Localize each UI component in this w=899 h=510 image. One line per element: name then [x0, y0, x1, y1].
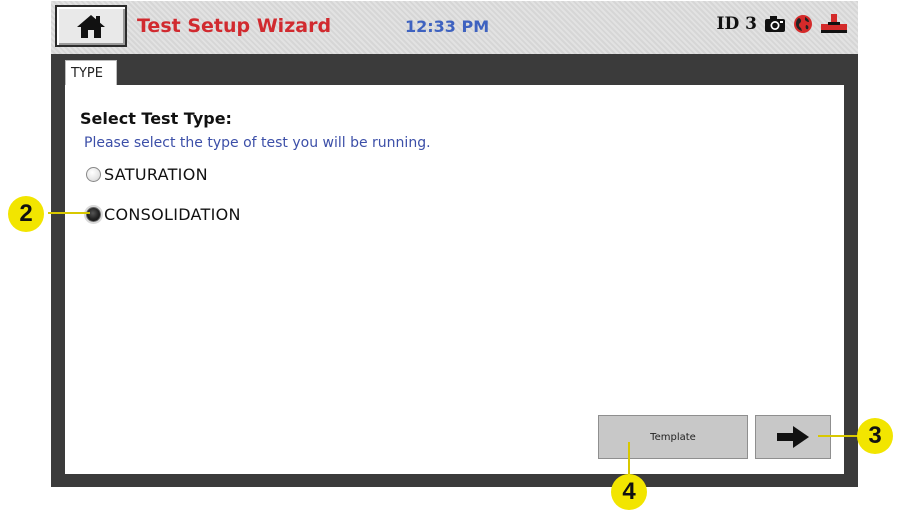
valve-icon[interactable] — [820, 13, 848, 35]
page-title: Test Setup Wizard — [137, 15, 332, 37]
saturation-radio[interactable] — [86, 167, 101, 182]
section-heading: Select Test Type: — [80, 109, 232, 128]
template-button[interactable]: Template — [598, 415, 748, 459]
section-instructions: Please select the type of test you will … — [84, 135, 431, 151]
device-id: ID 3 — [716, 14, 757, 34]
status-area: ID 3 — [717, 13, 848, 35]
arrow-right-icon — [777, 426, 809, 448]
saturation-label: SATURATION — [104, 165, 208, 184]
tab-type[interactable]: TYPE — [65, 60, 117, 86]
callout-badge-4: 4 — [611, 474, 647, 510]
callout-2-line — [48, 212, 90, 214]
callout-4-line — [628, 442, 630, 476]
option-saturation[interactable]: SATURATION — [86, 165, 208, 184]
callout-3-line — [818, 435, 858, 437]
home-button[interactable] — [55, 5, 127, 47]
callout-badge-3: 3 — [857, 418, 893, 454]
title-bar: Test Setup Wizard 12:33 PM ID 3 — [51, 1, 858, 54]
camera-icon[interactable] — [764, 15, 786, 33]
device-screen: Test Setup Wizard 12:33 PM ID 3 TYPE Sel… — [51, 1, 858, 487]
consolidation-label: CONSOLIDATION — [104, 205, 241, 224]
option-consolidation[interactable]: CONSOLIDATION — [86, 205, 241, 224]
network-globe-icon[interactable] — [793, 14, 813, 34]
home-icon — [77, 15, 105, 38]
clock: 12:33 PM — [405, 17, 490, 36]
next-button[interactable] — [755, 415, 831, 459]
wizard-panel: Select Test Type: Please select the type… — [65, 85, 844, 474]
callout-badge-2: 2 — [8, 196, 44, 232]
consolidation-radio[interactable] — [86, 207, 101, 222]
